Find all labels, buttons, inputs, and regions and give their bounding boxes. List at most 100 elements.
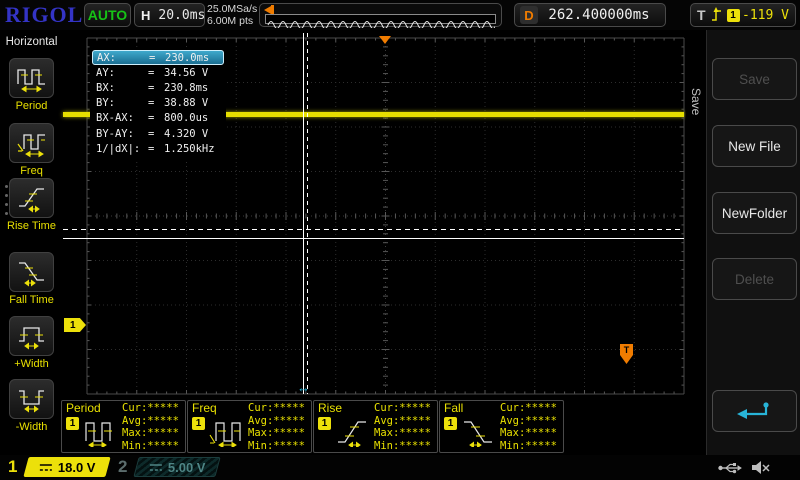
cursor-ay-value: 34.56 V <box>164 66 209 79</box>
menu-item-rise-time[interactable] <box>9 178 54 218</box>
cursor-byay-label: BY-AY: <box>96 127 134 140</box>
measure-menu-panel: Horizontal Period Freq Rise Time Fall Ti… <box>0 30 63 455</box>
horizontal-timebase-box[interactable]: H 20.0ms <box>134 3 205 27</box>
fall-time-icon <box>18 262 44 287</box>
oscilloscope-screen: RIGOL AUTO H 20.0ms 25.0MSa/s 6.00M pts … <box>0 0 800 480</box>
cursor-bx-eq: = <box>148 81 155 94</box>
stat-min: Min:***** <box>122 439 179 452</box>
stat-cur: Cur:***** <box>500 402 557 414</box>
rising-edge-icon <box>711 7 721 21</box>
sample-rate: 25.0MSa/s <box>207 3 258 15</box>
measurement-channel-badge: 1 <box>66 417 79 430</box>
channel2-badge[interactable]: 5.00 V <box>133 457 221 477</box>
cursor-invdx-value: 1.250kHz <box>164 142 215 155</box>
menu-item-freq-label: Freq <box>20 165 43 177</box>
cursor-ay-label: AY: <box>96 66 115 79</box>
measurement-title: Period <box>66 401 101 415</box>
cursor-row-ax: AX: = 230.0ms <box>92 50 224 66</box>
stat-avg: Avg:***** <box>374 414 431 427</box>
usb-icon <box>718 463 742 474</box>
preview-squiggle <box>267 21 497 29</box>
stat-max: Max:***** <box>500 427 557 439</box>
cursor-by-value: 38.88 V <box>164 97 209 110</box>
stat-cur: Cur:***** <box>374 402 431 414</box>
save-button[interactable]: Save <box>712 58 797 100</box>
cursor-b-horizontal-line[interactable] <box>63 229 684 230</box>
rise-time-icon <box>18 188 44 213</box>
cursor-ay-eq: = <box>148 66 155 79</box>
stat-max: Max:***** <box>122 427 179 439</box>
cursor-b-vertical-line[interactable] <box>307 33 308 394</box>
menu-item-period[interactable] <box>9 58 54 98</box>
channel1-badge[interactable]: 18.0 V <box>23 457 111 477</box>
channel-status-bar: 1 18.0 V 2 5.00 V <box>0 455 800 480</box>
cursor-measurement-readout: AX: = 230.0ms AY: = 34.56 V BX: = 230.8m… <box>90 49 226 159</box>
top-status-bar: RIGOL AUTO H 20.0ms 25.0MSa/s 6.00M pts … <box>0 0 800 30</box>
dc-coupling-icon <box>39 463 52 471</box>
menu-item-pos-width[interactable] <box>9 316 54 356</box>
cursor-drag-handle[interactable]: ↔ <box>297 380 310 395</box>
measurement-stats: Cur:***** Avg:***** Max:***** Min:***** <box>122 402 179 452</box>
cursor-a-vertical-line[interactable] <box>303 33 304 394</box>
new-file-button[interactable]: New File <box>712 125 797 167</box>
trigger-status-box[interactable]: T 1 -119 V <box>690 3 796 27</box>
cursor-invdx-label: 1/|dX|: <box>96 142 141 155</box>
measurement-box-rise: Rise 1 Cur:***** Avg:***** Max:***** Min… <box>313 400 438 453</box>
measurement-title: Fall <box>444 401 464 415</box>
new-folder-button[interactable]: NewFolder <box>712 192 797 234</box>
cursor-ax-value: 230.0ms <box>165 51 210 64</box>
cursor-row-bx: BX: = 230.8ms <box>92 80 224 95</box>
measurement-box-freq: Freq 1 Cur:***** Avg:***** Max:***** Min… <box>187 400 312 453</box>
memory-depth: 6.00M pts <box>207 15 254 27</box>
channel1-number: 1 <box>8 457 18 476</box>
rigol-logo: RIGOL <box>5 2 84 27</box>
cursor-a-horizontal-line[interactable] <box>63 238 684 239</box>
menu-item-fall-time[interactable] <box>9 252 54 292</box>
rise-time-icon <box>334 415 370 452</box>
menu-item-period-label: Period <box>15 100 48 112</box>
cursor-byay-value: 4.320 V <box>164 127 209 140</box>
cursor-bxax-label: BX-AX: <box>96 112 134 125</box>
stat-avg: Avg:***** <box>500 414 557 427</box>
softkey-panel: Save New File NewFolder Delete <box>706 30 800 455</box>
neg-width-icon <box>18 390 44 413</box>
timebase-value: 20.0ms <box>158 7 206 23</box>
measurement-box-period: Period 1 Cur:***** Avg:***** Max:***** M… <box>61 400 186 453</box>
channel2-scale: 5.00 V <box>167 459 206 475</box>
preview-position-arrow-icon <box>264 6 271 14</box>
menu-item-neg-width[interactable] <box>9 379 54 419</box>
menu-item-fall-time-label: Fall Time <box>9 294 54 306</box>
preview-position-bar <box>271 5 274 14</box>
menu-item-neg-width-label: -Width <box>15 421 48 433</box>
speaker-muted-icon <box>752 461 770 474</box>
cursor-ax-label: AX: <box>97 51 116 64</box>
pos-width-icon <box>18 327 44 350</box>
trigger-position-marker[interactable] <box>379 36 391 44</box>
menu-item-freq[interactable] <box>9 123 54 163</box>
delete-button[interactable]: Delete <box>712 258 797 300</box>
back-enter-button[interactable] <box>712 390 797 432</box>
horizontal-delay-box[interactable]: D 262.400000ms <box>514 3 666 27</box>
measurement-channel-badge: 1 <box>444 417 457 430</box>
trigger-source-badge: 1 <box>726 8 740 22</box>
enter-arrow-icon <box>736 402 769 419</box>
channel1-scale: 18.0 V <box>57 459 96 475</box>
cursor-row-byay: BY-AY: = 4.320 V <box>92 126 224 141</box>
run-status-badge[interactable]: AUTO <box>84 3 131 27</box>
measurement-stats: Cur:***** Avg:***** Max:***** Min:***** <box>374 402 431 452</box>
dc-coupling-icon <box>149 463 162 471</box>
menu-item-pos-width-label: +Width <box>14 358 49 370</box>
freq-icon <box>208 415 244 452</box>
stat-cur: Cur:***** <box>248 402 305 414</box>
freq-icon <box>17 134 45 158</box>
menu-item-rise-time-label: Rise Time <box>7 220 56 232</box>
preview-waveform-strip <box>265 14 497 29</box>
stat-max: Max:***** <box>374 427 431 439</box>
cursor-byay-eq: = <box>148 127 155 140</box>
measurement-channel-badge: 1 <box>192 417 205 430</box>
stat-avg: Avg:***** <box>122 414 179 427</box>
waveform-position-preview[interactable] <box>259 3 502 29</box>
stat-min: Min:***** <box>500 439 557 452</box>
measurement-channel-badge: 1 <box>318 417 331 430</box>
trigger-level-value: -119 V <box>742 7 789 23</box>
